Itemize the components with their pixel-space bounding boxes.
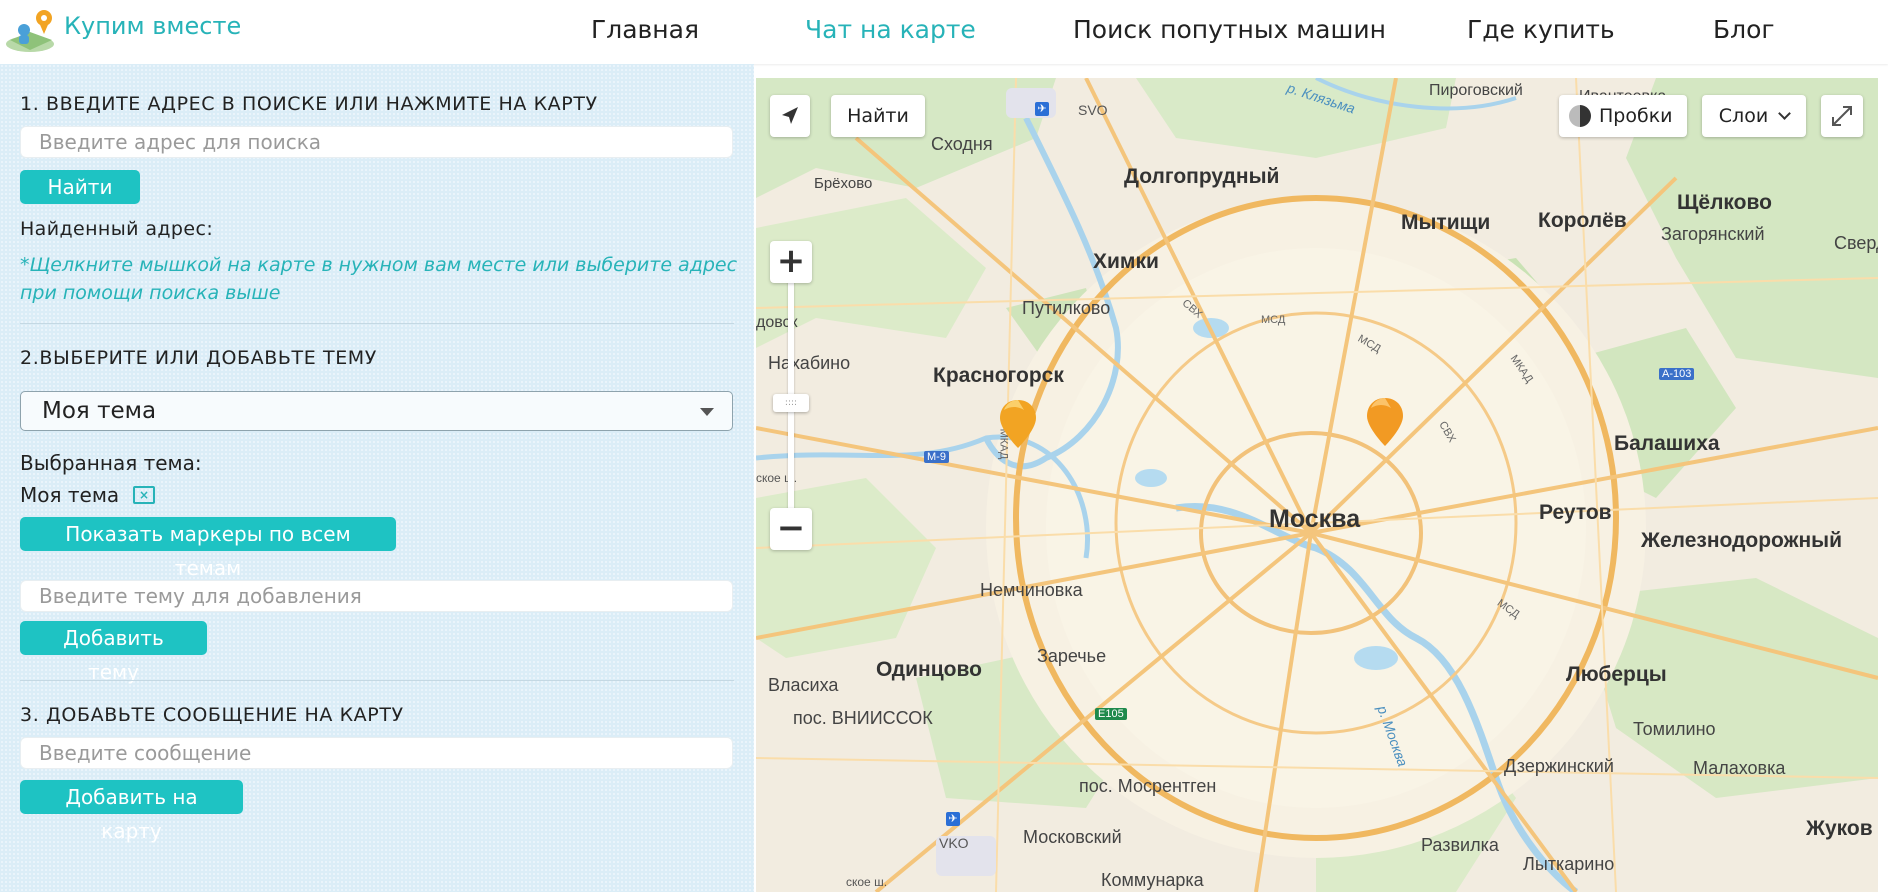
find-address-button[interactable]: Найти — [20, 170, 140, 204]
selected-topic-label: Выбранная тема: — [20, 451, 202, 475]
nav-blog[interactable]: Блог — [1713, 15, 1775, 44]
city-label: Люберцы — [1566, 663, 1667, 686]
town-label: Развилка — [1421, 835, 1499, 855]
nav-home[interactable]: Главная — [591, 15, 699, 44]
city-label: Химки — [1093, 250, 1159, 273]
road-label: МКАД — [1507, 352, 1536, 386]
road-sign: E105 — [1095, 708, 1127, 720]
zoom-slider-handle[interactable]: :::: — [773, 394, 809, 412]
river-label: р. Клязьма — [1285, 79, 1358, 117]
city-label: Красногорск — [933, 364, 1064, 387]
map-search-button[interactable]: Найти — [831, 95, 925, 137]
town-label: Московский — [1023, 827, 1122, 847]
town-label: пос. Мосрентген — [1079, 776, 1217, 796]
traffic-icon — [1569, 105, 1591, 127]
road-label: СВХ — [1436, 419, 1458, 445]
logo-icon[interactable] — [4, 6, 58, 54]
traffic-label: Пробки — [1599, 105, 1673, 127]
found-address-label: Найденный адрес: — [20, 218, 214, 240]
map-marker-icon[interactable] — [998, 398, 1038, 450]
road-label: МСД — [1261, 314, 1286, 326]
town-label: Загорянский — [1661, 224, 1765, 244]
town-label: Лыткарино — [1523, 854, 1615, 874]
city-label: Москва — [1269, 505, 1361, 533]
town-label: Малаховка — [1693, 758, 1786, 778]
selected-topic-value: Моя тема — [20, 483, 120, 507]
town-label: Нахабино — [768, 353, 851, 373]
map[interactable]: Москва Долгопрудный Мытищи Королёв Щёлко… — [756, 78, 1878, 892]
topic-select[interactable]: Моя тема — [20, 391, 733, 431]
town-label: Томилино — [1633, 719, 1716, 739]
city-label: Реутов — [1539, 501, 1612, 524]
city-label: Жуков — [1806, 817, 1873, 840]
step1-title: 1. ВВЕДИТЕ АДРЕС В ПОИСКЕ ИЛИ НАЖМИТЕ НА… — [20, 93, 598, 115]
city-label: Щёлково — [1677, 191, 1772, 214]
city-label: Балашиха — [1614, 432, 1720, 455]
town-label: Сходня — [931, 134, 993, 154]
add-to-map-button[interactable]: Добавить на карту — [20, 780, 243, 843]
town-label: Коммунарка — [1101, 870, 1204, 890]
town-label: Заречье — [1037, 646, 1107, 666]
site-header: Купим вместе Главная Чат на карте Поиск … — [0, 0, 1888, 64]
airport-label: VKO — [939, 835, 969, 851]
town-label: пос. ВНИИССОК — [793, 708, 933, 728]
road-label: МСД — [1355, 332, 1383, 356]
town-label: Брёхово — [814, 175, 873, 192]
nav-where-to-buy[interactable]: Где купить — [1467, 15, 1615, 44]
city-label: Долгопрудный — [1124, 165, 1280, 188]
town-label: Пироговский — [1429, 82, 1523, 99]
town-label: Сверд — [1834, 233, 1878, 253]
fullscreen-button[interactable] — [1821, 95, 1863, 137]
topic-select-value: Моя тема — [42, 398, 157, 424]
step2-title: 2.ВЫБЕРИТЕ ИЛИ ДОБАВЬТЕ ТЕМУ — [20, 347, 377, 369]
geolocation-button[interactable] — [770, 95, 810, 137]
airport-icon: ✈ — [946, 812, 960, 826]
town-label: Дзержинский — [1504, 756, 1614, 776]
layers-label: Слои — [1718, 105, 1769, 127]
message-input[interactable]: Введите сообщение — [20, 737, 733, 769]
road-label: ское ш. — [846, 875, 888, 889]
city-label: Железнодорожный — [1641, 529, 1843, 552]
remove-topic-icon[interactable]: × — [133, 486, 155, 504]
city-label: Одинцово — [876, 658, 982, 681]
zoom-out-button[interactable]: − — [770, 508, 812, 550]
show-all-markers-button[interactable]: Показать маркеры по всем темам — [20, 517, 396, 580]
map-click-hint: *Щелкните мышкой на карте в нужном вам м… — [20, 254, 738, 304]
town-label: Путилково — [1022, 298, 1111, 318]
city-label: Мытищи — [1401, 211, 1491, 234]
layers-button[interactable]: Слои — [1702, 95, 1806, 137]
new-topic-input[interactable]: Введите тему для добавления — [20, 580, 733, 612]
brand-name[interactable]: Купим вместе — [64, 12, 241, 40]
step3-title: 3. ДОБАВЬТЕ СООБЩЕНИЕ НА КАРТУ — [20, 704, 404, 726]
town-label: Власиха — [768, 675, 839, 695]
town-label: Немчиновка — [980, 580, 1083, 600]
road-sign: М-9 — [924, 451, 949, 463]
chevron-down-icon — [700, 408, 714, 416]
address-search-input[interactable]: Введите адрес для поиска — [20, 126, 733, 158]
city-label: Королёв — [1538, 209, 1627, 232]
location-arrow-icon — [782, 107, 798, 124]
map-marker-icon[interactable] — [1365, 396, 1405, 448]
zoom-in-button[interactable]: + — [770, 241, 812, 283]
nav-map-chat[interactable]: Чат на карте — [805, 15, 976, 44]
expand-icon — [1832, 106, 1852, 126]
river-label: р. Москва — [1374, 703, 1412, 769]
airport-label: SVO — [1078, 102, 1108, 118]
road-sign: А-103 — [1659, 368, 1695, 380]
divider — [20, 323, 734, 324]
traffic-button[interactable]: Пробки — [1559, 95, 1687, 137]
road-label: СВХ — [1179, 297, 1205, 321]
add-topic-button[interactable]: Добавить тему — [20, 621, 207, 684]
airport-icon: ✈ — [1035, 102, 1049, 116]
road-label: МСД — [1494, 597, 1522, 621]
map-labels: Москва Долгопрудный Мытищи Королёв Щёлко… — [756, 78, 1878, 892]
nav-car-search[interactable]: Поиск попутных машин — [1073, 15, 1386, 44]
chevron-down-icon — [1778, 107, 1792, 120]
divider — [20, 680, 734, 681]
